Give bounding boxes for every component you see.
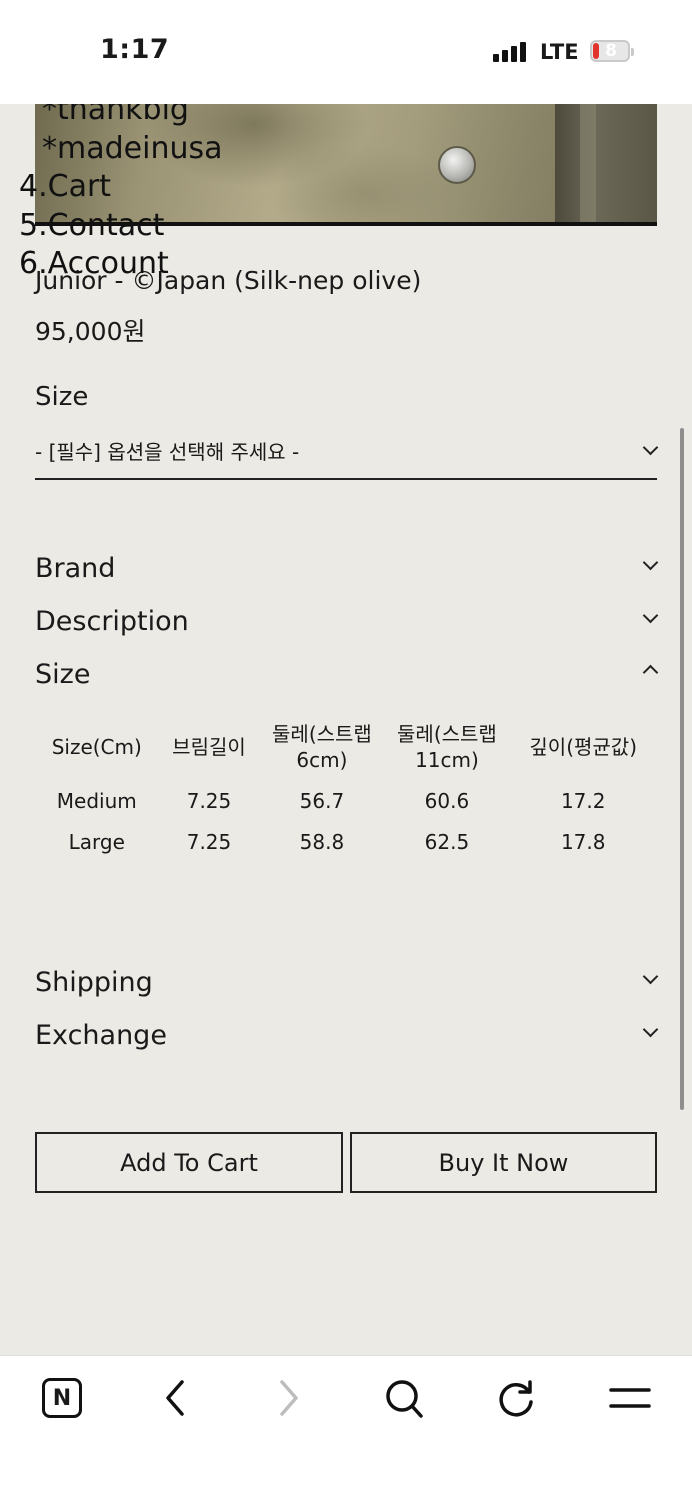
table-cell: 60.6 <box>424 788 470 813</box>
table-cell: 56.7 <box>299 788 345 813</box>
back-icon[interactable] <box>160 1378 192 1418</box>
chevron-up-icon <box>642 664 659 681</box>
menu-item-cart[interactable]: 4.Cart <box>19 172 111 202</box>
table-cell: 62.5 <box>424 829 470 854</box>
status-time: 1:17 <box>100 34 170 65</box>
accordion-brand[interactable]: Brand <box>35 553 659 593</box>
table-cell: Medium <box>56 788 137 813</box>
battery-level: 8 <box>605 41 617 61</box>
table-header: 깊이(평균값) <box>529 735 638 759</box>
accordion-size-label: Size <box>35 659 91 690</box>
table-header-row: Size(Cm) 브림길이 둘레(스트랩 6cm) 둘레(스트랩 11cm) 깊… <box>35 714 657 780</box>
accordion-size[interactable]: Size <box>35 659 659 699</box>
table-cell: 17.8 <box>560 829 606 854</box>
menu-item-madeinusa[interactable]: *madeinusa <box>42 134 222 164</box>
product-price: 95,000원 <box>35 317 146 346</box>
forward-icon[interactable] <box>272 1378 304 1418</box>
accordion-shipping[interactable]: Shipping <box>35 967 659 1007</box>
chevron-down-icon <box>642 554 659 571</box>
battery-icon: 8 <box>590 40 634 62</box>
naver-home-icon[interactable]: N <box>42 1378 82 1418</box>
size-table: Size(Cm) 브림길이 둘레(스트랩 6cm) 둘레(스트랩 11cm) 깊… <box>35 714 657 862</box>
size-select-value: - [필수] 옵션을 선택해 주세요 - <box>35 440 300 464</box>
table-header: 둘레(스트랩 6cm) <box>272 722 372 772</box>
table-header: Size(Cm) <box>51 735 142 759</box>
table-row: Large 7.25 58.8 62.5 17.8 <box>35 821 657 862</box>
accordion-shipping-label: Shipping <box>35 967 153 998</box>
accordion-exchange[interactable]: Exchange <box>35 1020 659 1060</box>
status-bar: 1:17 LTE 8 <box>0 0 692 104</box>
accordion-description-label: Description <box>35 606 189 637</box>
buy-now-button[interactable]: Buy It Now <box>350 1132 657 1193</box>
table-cell: Large <box>68 829 125 854</box>
option-label: Size <box>35 382 89 412</box>
table-cell: 17.2 <box>560 788 606 813</box>
menu-item-contact[interactable]: 5.Contact <box>19 211 164 241</box>
refresh-icon[interactable] <box>497 1378 537 1420</box>
menu-icon[interactable] <box>608 1384 652 1414</box>
snap-button-detail <box>438 146 476 184</box>
add-to-cart-button[interactable]: Add To Cart <box>35 1132 343 1193</box>
chevron-down-icon <box>642 607 659 624</box>
chevron-down-icon <box>642 968 659 985</box>
search-icon[interactable] <box>384 1378 424 1420</box>
browser-toolbar: N <box>0 1355 692 1501</box>
table-header: 둘레(스트랩 11cm) <box>397 722 497 772</box>
accordion-description[interactable]: Description <box>35 606 659 646</box>
accordion-brand-label: Brand <box>35 553 116 584</box>
table-cell: 58.8 <box>299 829 345 854</box>
table-cell: 7.25 <box>186 788 232 813</box>
menu-item-account[interactable]: 6.Account <box>19 249 169 279</box>
size-select[interactable]: - [필수] 옵션을 선택해 주세요 - <box>35 428 659 480</box>
chevron-down-icon <box>642 1021 659 1038</box>
table-cell: 7.25 <box>186 829 232 854</box>
chevron-down-icon <box>642 439 659 456</box>
network-label: LTE <box>540 40 579 64</box>
signal-icon <box>493 42 527 62</box>
scrollbar[interactable] <box>680 428 684 1110</box>
table-header: 브림길이 <box>172 735 246 759</box>
accordion-exchange-label: Exchange <box>35 1020 167 1051</box>
table-row: Medium 7.25 56.7 60.6 17.2 <box>35 780 657 821</box>
